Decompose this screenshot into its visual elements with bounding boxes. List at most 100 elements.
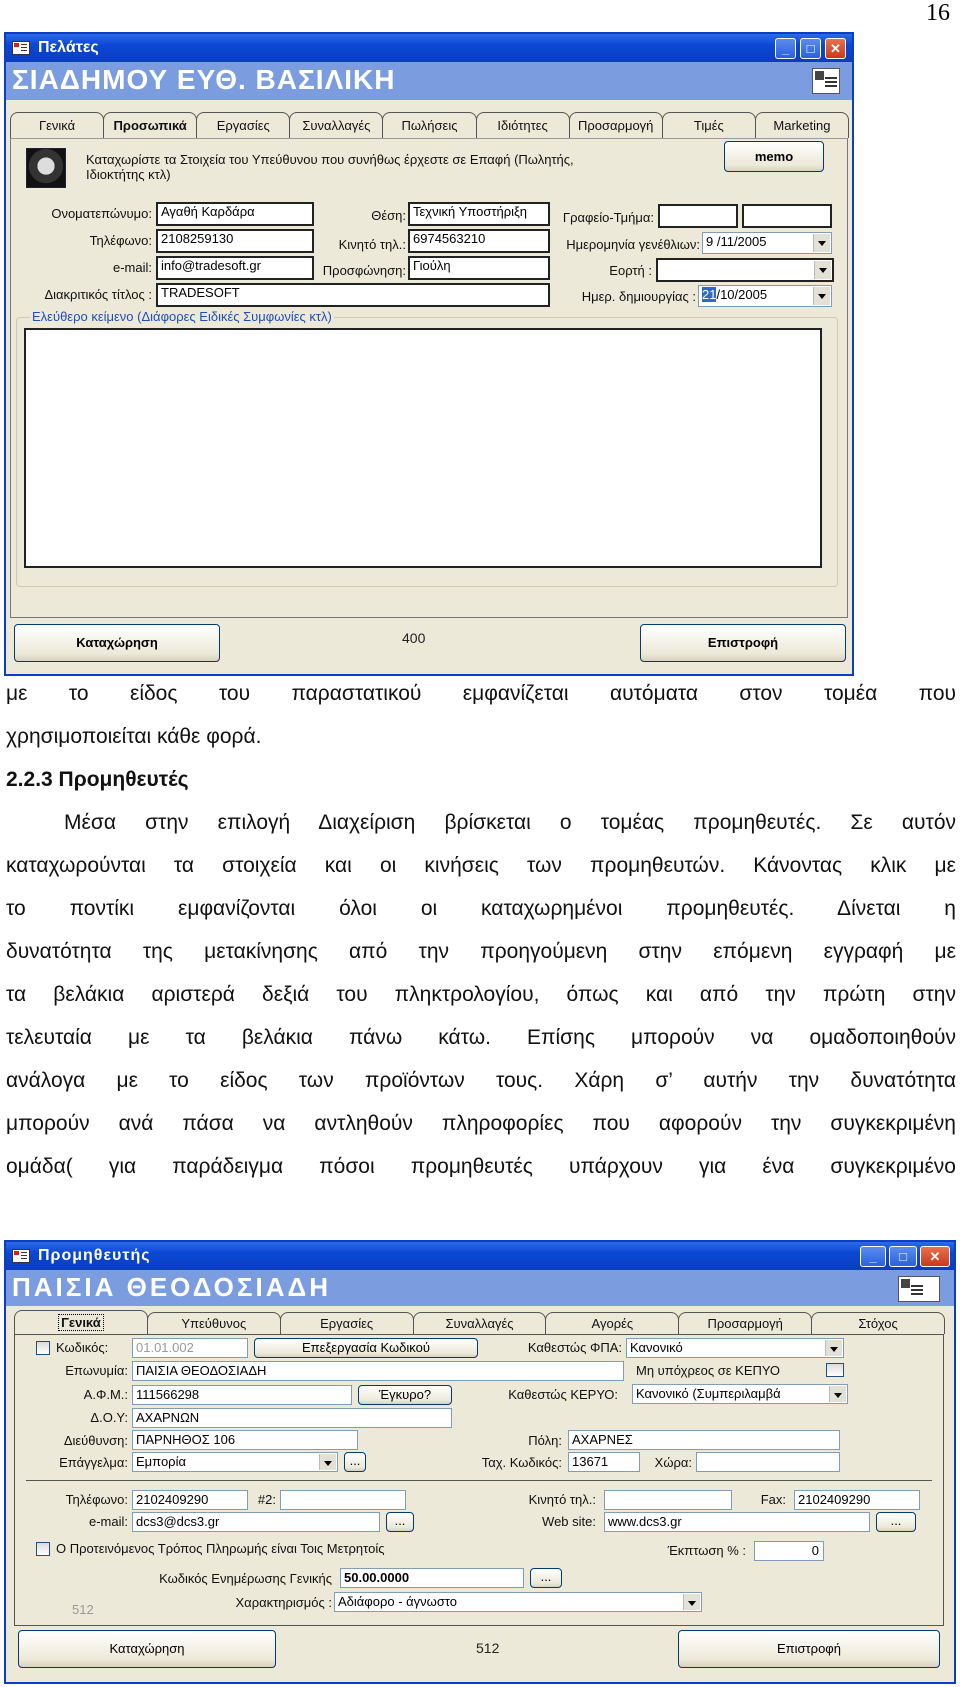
code-checkbox[interactable] <box>36 1341 50 1355</box>
edit-code-button[interactable]: Επεξεργασία Κωδικού <box>254 1338 478 1358</box>
validate-afm-button[interactable]: Έγκυρο? <box>358 1385 452 1405</box>
profession-label: Επάγγελμα: <box>59 1455 128 1470</box>
supplier-tabs: Γενικά Υπεύθυνος Εργασίες Συναλλαγές Αγο… <box>14 1310 946 1334</box>
tab-responsible[interactable]: Υπεύθυνος <box>146 1312 281 1334</box>
tab-customization[interactable]: Προσαρμογή <box>568 112 663 138</box>
profession-select[interactable]: Εμπορία <box>132 1452 338 1472</box>
birthday-select[interactable]: 9 /11/2005 <box>702 232 832 254</box>
maximize-button[interactable]: □ <box>800 38 821 59</box>
fullname-input[interactable]: Αγαθή Καρδάρα <box>156 202 314 226</box>
code-input[interactable]: 01.01.002 <box>132 1338 248 1358</box>
close-button[interactable]: ✕ <box>920 1246 950 1267</box>
cash-payment-checkbox[interactable] <box>36 1542 50 1556</box>
supplier-window: Προμηθευτής _ □ ✕ ΠΑΙΣΙΑ ΘΕΟΔΟΣΙΑΔΗ Γενι… <box>4 1240 956 1684</box>
ledger-more-button[interactable]: ... <box>530 1568 562 1588</box>
nameday-select[interactable] <box>656 258 834 282</box>
tab-customization[interactable]: Προσαρμογή <box>678 1312 813 1334</box>
app-icon <box>12 1249 30 1263</box>
app-icon <box>12 41 30 55</box>
chevron-down-icon[interactable] <box>813 234 830 252</box>
tab-tasks[interactable]: Εργασίες <box>196 112 291 138</box>
chevron-down-icon[interactable] <box>829 1386 846 1402</box>
tab-general[interactable]: Γενικά <box>10 112 105 138</box>
code-label: Κωδικός: <box>56 1340 109 1355</box>
salutation-input[interactable]: Γιούλη <box>408 256 550 280</box>
phone-input[interactable]: 2108259130 <box>156 229 314 253</box>
contact-card-icon[interactable] <box>898 1276 940 1302</box>
kepyo-exempt-checkbox[interactable] <box>826 1363 844 1377</box>
afm-input[interactable]: 111566298 <box>132 1385 352 1405</box>
chevron-down-icon[interactable] <box>813 287 830 305</box>
minimize-button[interactable]: _ <box>775 38 796 59</box>
window-title: Πελάτες <box>38 39 99 56</box>
close-button[interactable]: ✕ <box>825 38 846 59</box>
kepyo-exempt-label: Μη υπόχρεος σε ΚΕΠΥΟ <box>636 1363 780 1378</box>
created-label: Ημερ. δημιουργίας : <box>581 289 696 304</box>
chevron-down-icon[interactable] <box>814 261 831 279</box>
position-input[interactable]: Τεχνική Υποστήριξη <box>408 202 550 226</box>
freetext-legend: Ελεύθερο κείμενο (Διάφορες Ειδικές Συμφω… <box>30 309 334 324</box>
email-more-button[interactable]: ... <box>386 1512 414 1532</box>
maximize-button[interactable]: □ <box>889 1246 917 1267</box>
page-number: 16 <box>926 0 950 26</box>
characterization-select[interactable]: Αδιάφορο - άγνωστο <box>334 1592 702 1612</box>
mobile-input[interactable]: 6974563210 <box>408 229 550 253</box>
email-input[interactable]: info@tradesoft.gr <box>156 256 314 280</box>
tab-sales[interactable]: Πωλήσεις <box>382 112 477 138</box>
address-input[interactable]: ΠΑΡΝΗΘΟΣ 106 <box>132 1430 358 1450</box>
back-button[interactable]: Επιστροφή <box>640 624 846 662</box>
kepyo-status-select[interactable]: Κανονικό (Συμπεριλαμβά <box>632 1384 848 1404</box>
section-divider <box>26 1480 932 1481</box>
tab-transactions[interactable]: Συναλλαγές <box>289 112 384 138</box>
office-input-1[interactable] <box>658 204 738 228</box>
doy-input[interactable]: ΑΧΑΡΝΩΝ <box>132 1408 452 1428</box>
chevron-down-icon[interactable] <box>825 1340 842 1356</box>
web-more-button[interactable]: ... <box>876 1512 916 1532</box>
created-day-selected: 21 <box>702 287 717 302</box>
chevron-down-icon[interactable] <box>683 1594 700 1610</box>
freetext-area[interactable] <box>24 328 822 568</box>
city-input[interactable]: ΑΧΑΡΝΕΣ <box>568 1430 840 1450</box>
tab-tasks[interactable]: Εργασίες <box>279 1312 414 1334</box>
contact-card-icon[interactable] <box>812 68 840 94</box>
mobile-input[interactable] <box>604 1490 732 1510</box>
minimize-button[interactable]: _ <box>860 1246 886 1267</box>
tab-general[interactable]: Γενικά <box>14 1310 148 1334</box>
name-input[interactable]: ΠΑΙΣΙΑ ΘΕΟΔΟΣΙΑΔΗ <box>132 1361 624 1381</box>
back-button[interactable]: Επιστροφή <box>678 1630 940 1668</box>
web-input[interactable]: www.dcs3.gr <box>604 1512 870 1532</box>
save-button[interactable]: Καταχώρηση <box>14 624 220 662</box>
postal-input[interactable]: 13671 <box>568 1452 640 1472</box>
office-input-2[interactable] <box>742 204 832 228</box>
ledger-input[interactable]: 50.00.0000 <box>340 1568 524 1588</box>
tab-personal[interactable]: Προσωπικά <box>103 112 198 138</box>
memo-button[interactable]: memo <box>724 141 824 172</box>
tab-transactions[interactable]: Συναλλαγές <box>412 1312 547 1334</box>
fax-input[interactable]: 2102409290 <box>794 1490 920 1510</box>
phone2-label: #2: <box>257 1492 276 1507</box>
email-input[interactable]: dcs3@dcs3.gr <box>132 1512 380 1532</box>
tab-prices[interactable]: Τιμές <box>661 112 756 138</box>
characterization-label: Χαρακτηρισμός : <box>235 1595 332 1610</box>
characterization-value: Αδιάφορο - άγνωστο <box>338 1594 458 1609</box>
trade-title-input[interactable]: TRADESOFT <box>156 283 550 307</box>
doy-label: Δ.Ο.Υ: <box>90 1410 128 1425</box>
profession-more-button[interactable]: ... <box>344 1452 366 1472</box>
vat-status-label: Καθεστώς ΦΠΑ: <box>527 1340 622 1355</box>
created-date-select[interactable]: 21/10/2005 <box>698 285 832 307</box>
chevron-down-icon[interactable] <box>319 1454 336 1470</box>
country-input[interactable] <box>696 1452 840 1472</box>
tab-purchases[interactable]: Αγορές <box>545 1312 680 1334</box>
discount-input[interactable]: 0 <box>754 1541 824 1561</box>
paragraph-line: ομάδα( για παράδειγμα πόσοι προμηθευτές … <box>6 1155 956 1178</box>
section-heading: 2.2.3 Προμηθευτές <box>6 768 189 791</box>
office-label: Γραφείο-Τμήμα: <box>562 210 654 225</box>
person-photo-icon <box>26 148 66 188</box>
tab-properties[interactable]: Ιδιότητες <box>475 112 570 138</box>
phone-input[interactable]: 2102409290 <box>132 1490 248 1510</box>
phone2-input[interactable] <box>280 1490 406 1510</box>
tab-target[interactable]: Στόχος <box>811 1312 946 1334</box>
vat-status-select[interactable]: Κανονικό <box>626 1338 844 1358</box>
tab-marketing[interactable]: Marketing <box>754 112 849 138</box>
save-button[interactable]: Καταχώρηση <box>18 1630 276 1668</box>
